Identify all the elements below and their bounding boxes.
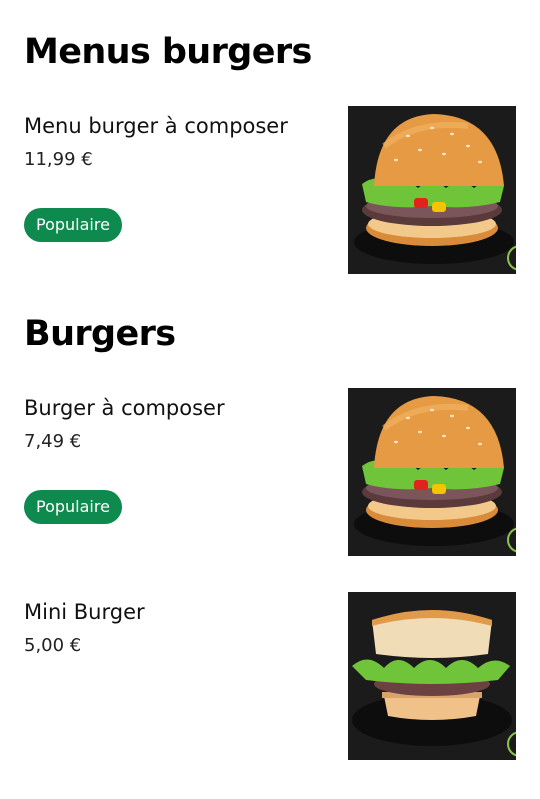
menu-page: Menus burgers Menu burger à composer 11,… xyxy=(0,0,540,799)
item-name: Burger à composer xyxy=(24,396,225,420)
item-price: 11,99 € xyxy=(24,149,93,170)
menu-item-mini-burger[interactable]: Mini Burger 5,00 € xyxy=(0,592,540,768)
burger-photo xyxy=(348,106,516,274)
menu-item-menu-burger[interactable]: Menu burger à composer 11,99 € Populaire xyxy=(0,106,540,282)
section-title-menus-burgers: Menus burgers xyxy=(24,32,312,72)
burger-full-icon xyxy=(348,388,516,556)
burger-full-icon xyxy=(348,106,516,274)
item-price: 5,00 € xyxy=(24,635,82,656)
popular-badge: Populaire xyxy=(24,490,122,524)
item-price: 7,49 € xyxy=(24,431,82,452)
menu-item-burger-a-composer[interactable]: Burger à composer 7,49 € Populaire xyxy=(0,388,540,564)
mini-burger-icon xyxy=(348,592,516,760)
item-name: Mini Burger xyxy=(24,600,145,624)
mini-burger-photo xyxy=(348,592,516,760)
section-title-burgers: Burgers xyxy=(24,314,176,354)
popular-badge: Populaire xyxy=(24,208,122,242)
item-name: Menu burger à composer xyxy=(24,114,288,138)
burger-photo xyxy=(348,388,516,556)
